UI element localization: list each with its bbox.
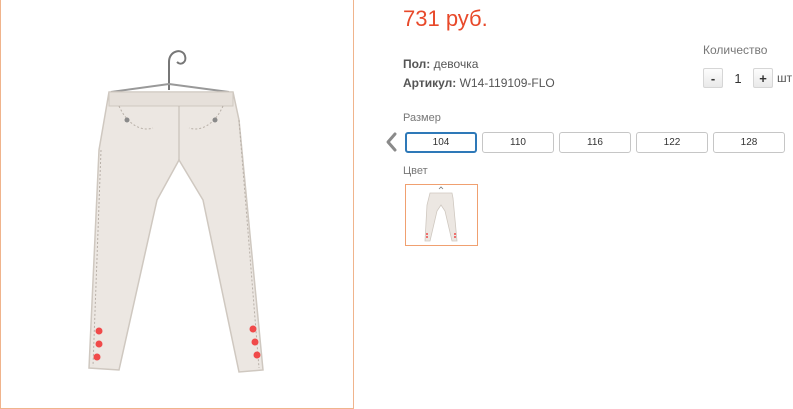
color-label: Цвет: [403, 165, 428, 177]
quantity-plus-button[interactable]: +: [753, 68, 773, 88]
gender-row: Пол: девочка: [403, 57, 478, 71]
size-option-122[interactable]: 122: [636, 132, 708, 153]
size-options: 104 110 116 122 128: [405, 132, 790, 153]
product-photo[interactable]: [0, 0, 354, 409]
color-swatch[interactable]: [405, 184, 478, 246]
quantity-minus-button[interactable]: -: [703, 68, 723, 88]
sku-row: Артикул: W14-119109-FLO: [403, 76, 555, 90]
size-option-116[interactable]: 116: [559, 132, 631, 153]
jeans-photo-icon: [88, 50, 264, 373]
size-option-110[interactable]: 110: [482, 132, 554, 153]
quantity-value[interactable]: 1: [723, 71, 753, 86]
quantity-label: Количество: [703, 43, 768, 57]
size-option-128[interactable]: 128: [713, 132, 785, 153]
sku-value: W14-119109-FLO: [459, 76, 555, 90]
product-price: 731 руб.: [403, 6, 488, 31]
chevron-left-icon[interactable]: [383, 131, 399, 153]
gender-value: девочка: [433, 57, 479, 71]
size-option-104[interactable]: 104: [405, 132, 477, 153]
quantity-unit: шт: [777, 71, 793, 85]
sku-label: Артикул:: [403, 76, 457, 90]
gender-label: Пол:: [403, 57, 431, 71]
size-label: Размер: [403, 112, 441, 124]
jeans-thumbnail-icon: [424, 186, 458, 242]
quantity-stepper: - 1 + шт: [703, 67, 792, 89]
